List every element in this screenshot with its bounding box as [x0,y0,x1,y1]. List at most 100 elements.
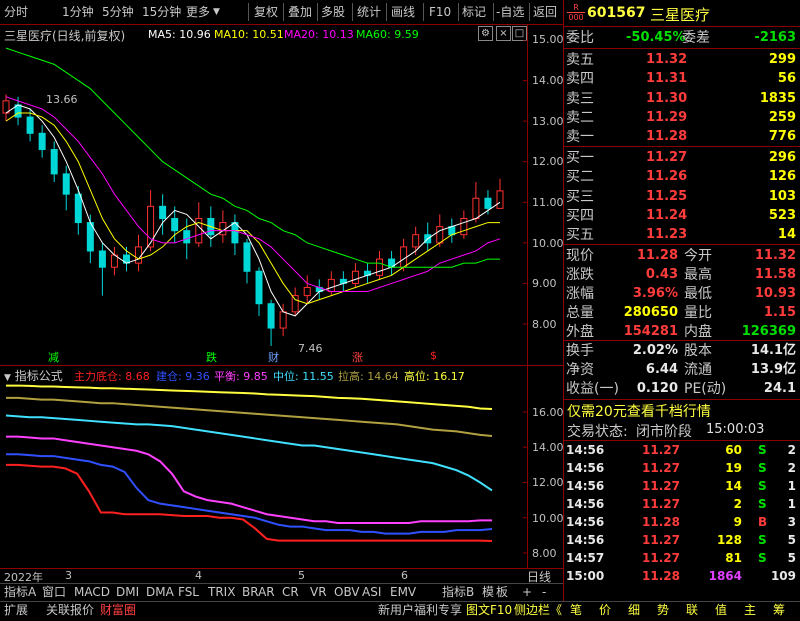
candle-body [303,286,311,297]
indicator-tab-right[interactable]: 模 [482,584,494,600]
fuquan-button[interactable]: 复权 [254,4,278,20]
overlay-button[interactable]: 叠加 [288,4,312,20]
indicator-tab[interactable]: EMV [390,584,416,600]
related-quote-button[interactable]: 关联报价 [46,602,94,618]
stat-value: 10.93 [754,286,796,301]
tick-count: 3 [787,515,796,529]
indicator-tab-right[interactable]: 指标B [442,584,474,600]
side-tab[interactable]: 势 [657,602,669,618]
level-volume: 56 [777,71,796,87]
side-tab[interactable]: 笔 [570,602,582,618]
stat-value: 2.02% [632,343,678,358]
tab-more[interactable]: 更多 [186,4,210,20]
side-tab[interactable]: 值 [715,602,727,618]
tick-side: S [758,533,767,547]
tick-time: 14:56 [566,443,605,457]
draw-line-button[interactable]: 画线 [391,4,415,20]
sell-row[interactable]: 卖五 11.32 299 [566,50,798,70]
tick-count: 5 [787,551,796,565]
tick-price: 11.28 [642,515,680,529]
side-tab[interactable]: 联 [686,602,698,618]
stock-code: 601567 [587,5,646,21]
indicator-tab[interactable]: OBV [334,584,360,600]
tab-5min[interactable]: 5分钟 [102,4,134,20]
indicator-tab[interactable]: DMI [116,584,139,600]
indicator-tab[interactable]: CR [282,584,299,600]
indicator-chart[interactable] [0,380,527,568]
f10-button[interactable]: F10 [429,4,451,20]
sell-row[interactable]: 卖三 11.30 1835 [566,89,798,109]
multi-stock-button[interactable]: 多股 [321,4,345,20]
trade-status: 闭市阶段 [636,424,692,440]
wealth-circle-button[interactable]: 财富圈 [100,602,136,618]
indicator-tab[interactable]: TRIX [208,584,235,600]
indicator-tab[interactable]: 指标A [4,584,36,600]
new-user-welfare-link[interactable]: 新用户福利专享 [378,602,462,618]
side-tab[interactable]: 价 [599,602,611,618]
indicator-tab[interactable]: MACD [74,584,110,600]
level-price: 11.24 [646,207,688,223]
candle-body [255,270,263,305]
buy-row[interactable]: 买二 11.26 126 [566,167,798,187]
indicator-tab[interactable]: ASI [362,584,381,600]
stat-label: 最高 [684,267,712,283]
tick-price: 11.27 [642,443,680,457]
buy-row[interactable]: 买四 11.24 523 [566,206,798,226]
indicator-tab-right[interactable]: + [522,584,532,600]
close-icon[interactable]: × [496,26,511,41]
sell-row[interactable]: 卖四 11.31 56 [566,69,798,89]
indicator-tab[interactable]: 窗口 [42,584,66,600]
buy-row[interactable]: 买三 11.25 103 [566,187,798,207]
expand-icon[interactable]: □ [512,26,527,41]
candle-body [376,258,384,276]
y-label: 16.00 [532,406,564,419]
sell-row[interactable]: 卖一 11.28 776 [566,127,798,147]
candle-body [496,190,504,209]
chevron-down-icon[interactable]: ▼ [213,4,220,20]
stat-label: 外盘 [566,324,594,340]
kline-chart[interactable] [0,40,527,365]
stat-value: 11.28 [636,248,678,263]
candle-body [279,311,287,329]
promo-link[interactable]: 仅需20元查看千档行情 [567,401,711,421]
indicator-tab[interactable]: BRAR [242,584,275,600]
y-label: 9.00 [532,277,557,290]
y-label: 13.00 [532,115,564,128]
indicator-tab-right[interactable]: - [542,584,546,600]
sidebar-toggle-button[interactable]: 侧边栏《 [514,602,562,618]
level-price: 11.28 [646,129,688,145]
buy-row[interactable]: 买一 11.27 296 [566,148,798,168]
indicator-tab[interactable]: DMA [146,584,174,600]
tick-time: 14:56 [566,497,605,511]
remove-watchlist-button[interactable]: -自选 [496,4,524,20]
sell-row[interactable]: 卖二 11.29 259 [566,108,798,128]
mark-button[interactable]: 标记 [462,4,486,20]
buy-row[interactable]: 买五 11.23 14 [566,225,798,245]
level-price: 11.27 [646,150,688,165]
tab-15min[interactable]: 15分钟 [142,4,181,20]
settings-gear-icon[interactable]: ⚙ [478,26,493,41]
f10-graphic-button[interactable]: 图文F10 [466,602,512,618]
tab-1min[interactable]: 1分钟 [62,4,94,20]
stat-value: 126369 [741,324,796,339]
candle-body [171,218,179,232]
expand-button[interactable]: 扩展 [4,602,28,618]
tick-volume: 14 [725,479,742,493]
stats-button[interactable]: 统计 [357,4,381,20]
level-label: 卖四 [566,71,594,88]
indicator-tab[interactable]: FSL [178,584,199,600]
indicator-tab[interactable]: VR [310,584,327,600]
side-tab[interactable]: 筹 [773,602,785,618]
level-price: 11.32 [646,52,688,67]
side-tab[interactable]: 细 [628,602,640,618]
tab-fenshi[interactable]: 分时 [4,4,28,20]
level-label: 卖二 [566,109,594,126]
indicator-tab-right[interactable]: 板 [496,584,508,600]
signal-label: 跌 [206,351,217,364]
candle-body [98,250,106,268]
side-tab[interactable]: 主 [744,602,756,618]
back-button[interactable]: 返回 [533,4,557,20]
level-label: 买二 [566,169,594,186]
tick-row: 15:00 11.28 1864 109 [566,567,798,585]
candle-body [436,226,444,244]
